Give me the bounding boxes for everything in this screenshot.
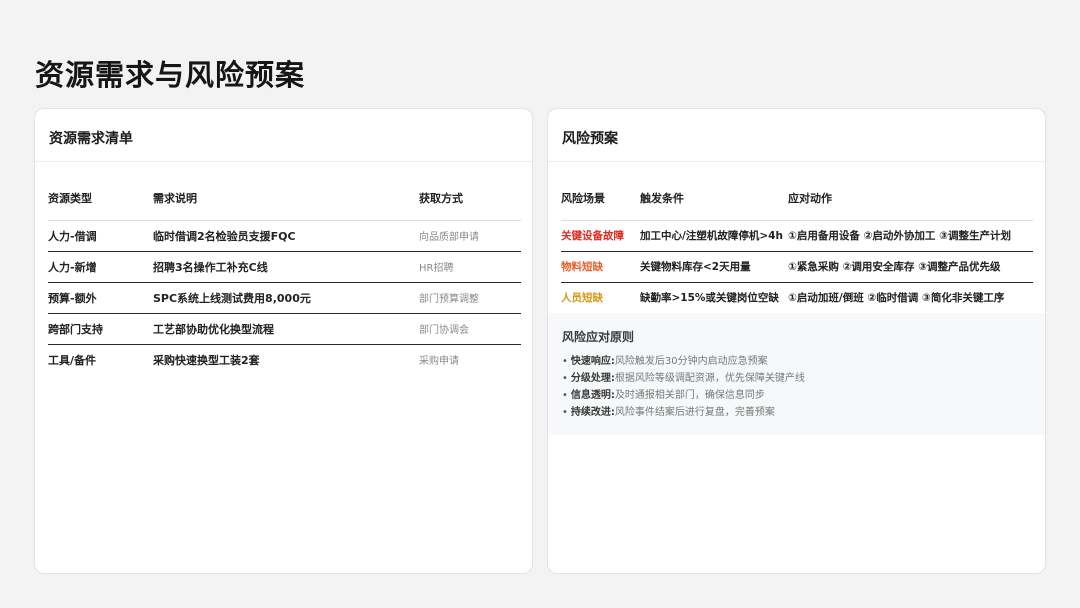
resource-desc: SPC系统上线测试费用8,000元 xyxy=(153,282,419,314)
column-header: 获取方式 xyxy=(419,177,521,221)
resource-method: 采购申请 xyxy=(419,356,459,368)
table-row: 物料短缺 关键物料库存<2天用量 ①紧急采购 ②调用安全库存 ③调整产品优先级 xyxy=(561,251,1033,283)
risk-scene: 物料短缺 xyxy=(561,251,640,283)
column-header: 资源类型 xyxy=(48,177,153,221)
risk-scene: 关键设备故障 xyxy=(561,220,640,252)
risk-principles: 风险应对原则 • 快速响应:风险触发后30分钟内启动应急预案 • 分级处理:根据风险… xyxy=(548,313,1045,435)
resource-type: 跨部门支持 xyxy=(48,313,153,345)
risk-action: ①启动加班/倒班 ②临时借调 ③简化非关键工序 xyxy=(788,292,1005,305)
resource-desc: 临时借调2名检验员支援FQC xyxy=(153,220,419,252)
column-header: 应对动作 xyxy=(788,177,1033,221)
resource-type: 工具/备件 xyxy=(48,353,97,367)
resource-card-title: 资源需求清单 xyxy=(35,109,532,162)
principle-text: 及时通报相关部门，确保信息同步 xyxy=(614,390,765,401)
slide: 资源需求与风险预案 资源需求清单 资源类型 需求说明 获取方式 人力-借调 临时… xyxy=(0,0,1080,608)
risk-action: ①启用备用设备 ②启动外协加工 ③调整生产计划 xyxy=(788,220,1033,252)
principle-text: 风险触发后30分钟内启动应急预案 xyxy=(614,356,768,367)
table-row: 预算-额外 SPC系统上线测试费用8,000元 部门预算调整 xyxy=(48,282,521,314)
principle-text: 根据风险等级调配资源，优先保障关键产线 xyxy=(614,373,805,384)
list-item: • 快速响应:风险触发后30分钟内启动应急预案 xyxy=(562,353,1045,370)
table-row: 跨部门支持 工艺部协助优化换型流程 部门协调会 xyxy=(48,313,521,345)
column-header: 风险场景 xyxy=(561,177,640,221)
principle-key: 快速响应: xyxy=(570,356,615,367)
table-row: 关键设备故障 加工中心/注塑机故障停机>4h ①启用备用设备 ②启动外协加工 ③… xyxy=(561,220,1033,252)
resource-method: 部门协调会 xyxy=(419,313,521,345)
principles-title: 风险应对原则 xyxy=(562,330,635,344)
principle-key: 信息透明: xyxy=(570,390,615,401)
risk-table: 风险场景 触发条件 应对动作 关键设备故障 加工中心/注塑机故障停机>4h ①启… xyxy=(561,177,1033,313)
resource-card: 资源需求清单 资源类型 需求说明 获取方式 人力-借调 临时借调2名检验员支援F… xyxy=(34,108,533,574)
risk-trigger: 关键物料库存<2天用量 xyxy=(640,251,788,283)
list-item: • 持续改进:风险事件结案后进行复盘，完善预案 xyxy=(562,404,1045,421)
list-item: • 信息透明:及时通报相关部门，确保信息同步 xyxy=(562,387,1045,404)
table-row: 人力-新增 招聘3名操作工补充C线 HR招聘 xyxy=(48,251,521,283)
resource-desc: 招聘3名操作工补充C线 xyxy=(153,251,419,283)
table-row: 工具/备件 采购快速换型工装2套 采购申请 xyxy=(48,344,521,375)
principle-key: 持续改进: xyxy=(570,407,615,418)
column-header: 需求说明 xyxy=(153,177,419,221)
bullet-icon: • xyxy=(562,373,568,384)
page-title: 资源需求与风险预案 xyxy=(35,58,306,92)
principle-key: 分级处理: xyxy=(570,373,615,384)
table-row: 人力-借调 临时借调2名检验员支援FQC 向品质部申请 xyxy=(48,220,521,252)
resource-type: 人力-新增 xyxy=(48,251,153,283)
table-header-row: 资源类型 需求说明 获取方式 xyxy=(48,177,521,221)
resource-method: 部门预算调整 xyxy=(419,282,521,314)
risk-card: 风险预案 风险场景 触发条件 应对动作 关键设备故障 加工中心/注塑机故障停机>… xyxy=(547,108,1046,574)
list-item: • 分级处理:根据风险等级调配资源，优先保障关键产线 xyxy=(562,370,1045,387)
risk-scene: 人员短缺 xyxy=(561,292,603,305)
risk-card-title: 风险预案 xyxy=(548,109,1045,162)
principle-text: 风险事件结案后进行复盘，完善预案 xyxy=(614,407,775,418)
column-header: 触发条件 xyxy=(640,177,788,221)
resource-type: 人力-借调 xyxy=(48,220,153,252)
resource-type: 预算-额外 xyxy=(48,282,153,314)
resource-desc: 采购快速换型工装2套 xyxy=(153,353,260,367)
bullet-icon: • xyxy=(562,390,568,401)
table-row: 人员短缺 缺勤率>15%或关键岗位空缺 ①启动加班/倒班 ②临时借调 ③简化非关… xyxy=(561,282,1033,313)
bullet-icon: • xyxy=(562,407,568,418)
risk-trigger: 加工中心/注塑机故障停机>4h xyxy=(640,220,788,252)
risk-action: ①紧急采购 ②调用安全库存 ③调整产品优先级 xyxy=(788,251,1033,283)
resource-method: 向品质部申请 xyxy=(419,220,521,252)
risk-trigger: 缺勤率>15%或关键岗位空缺 xyxy=(640,292,779,305)
resource-desc: 工艺部协助优化换型流程 xyxy=(153,313,419,345)
table-header-row: 风险场景 触发条件 应对动作 xyxy=(561,177,1033,221)
resource-method: HR招聘 xyxy=(419,251,521,283)
resource-table: 资源类型 需求说明 获取方式 人力-借调 临时借调2名检验员支援FQC 向品质部… xyxy=(48,177,521,375)
bullet-icon: • xyxy=(562,356,568,367)
